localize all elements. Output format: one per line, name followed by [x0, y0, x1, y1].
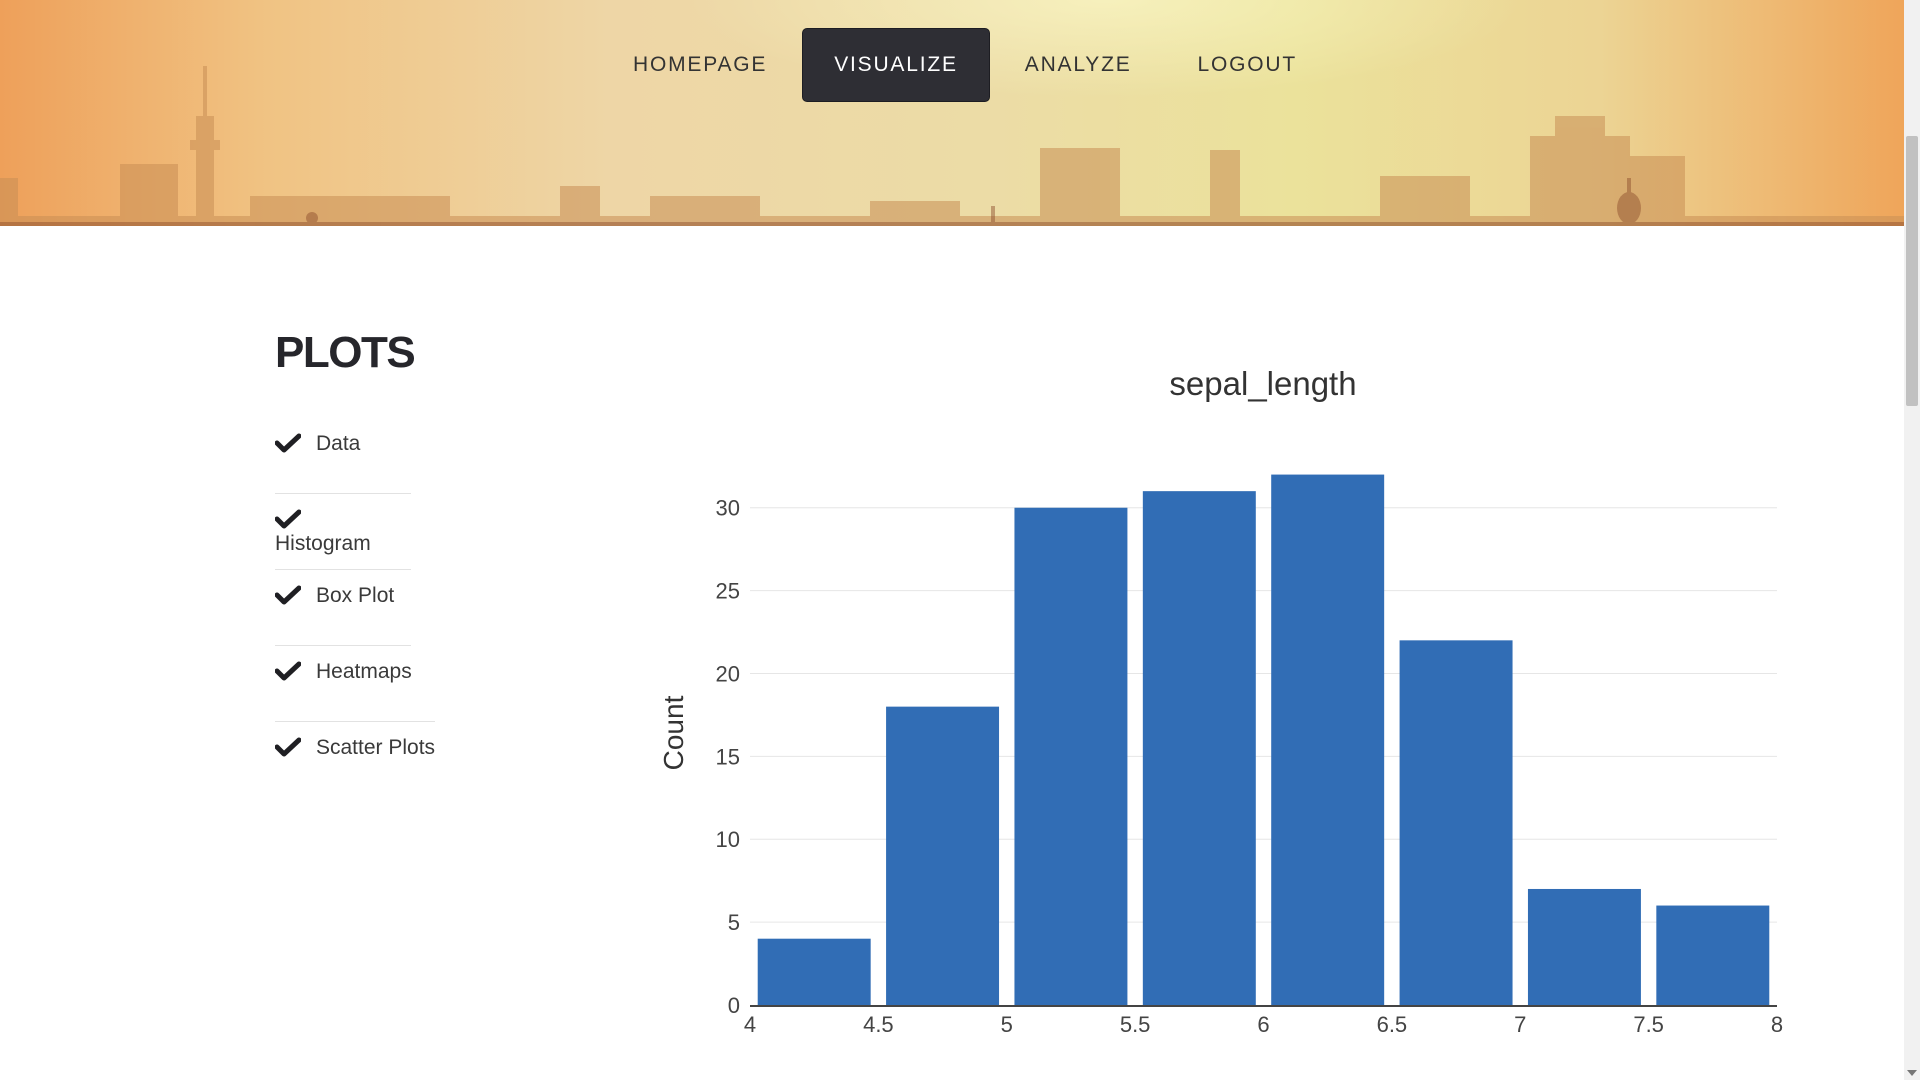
plot-item-label: Data — [316, 432, 361, 455]
histogram-bar[interactable] — [1271, 474, 1385, 1005]
check-icon — [275, 737, 301, 757]
scroll-down-arrow-icon[interactable] — [1907, 1070, 1917, 1076]
histogram-bar[interactable] — [1399, 640, 1513, 1005]
histogram-bar[interactable] — [757, 938, 871, 1005]
y-axis-label: Count — [658, 695, 689, 770]
x-tick-label: 4.5 — [863, 1012, 894, 1037]
y-tick-label: 10 — [716, 827, 740, 852]
nav-homepage[interactable]: HOMEPAGE — [602, 29, 798, 101]
chart-title: sepal_length — [1169, 365, 1356, 402]
histogram-bar[interactable] — [1527, 888, 1641, 1005]
check-icon — [275, 509, 301, 529]
plot-item-histogram[interactable]: Histogram — [275, 494, 411, 570]
y-tick-label: 30 — [716, 496, 740, 521]
x-tick-label: 8 — [1771, 1012, 1783, 1037]
x-tick-label: 7.5 — [1633, 1012, 1664, 1037]
plots-heading: PLOTS — [275, 328, 416, 377]
histogram-bar[interactable] — [1014, 507, 1128, 1005]
plot-item-label: Box Plot — [316, 584, 395, 607]
x-tick-label: 7 — [1514, 1012, 1526, 1037]
nav-visualize[interactable]: VISUALIZE — [802, 28, 990, 102]
y-tick-label: 25 — [716, 579, 740, 604]
chart-svg: 0 5 10 15 20 25 30 4 4.5 5 5.5 6 6.5 7 7.5 8 sepal_leng… — [658, 365, 1783, 1037]
y-tick-label: 0 — [728, 993, 740, 1018]
check-icon — [275, 433, 301, 453]
plot-item-label: Histogram — [275, 532, 371, 555]
y-tick-label: 20 — [716, 661, 740, 686]
x-tick-label: 4 — [744, 1012, 756, 1037]
histogram-bar[interactable] — [1656, 905, 1770, 1005]
scroll-thumb[interactable] — [1906, 136, 1918, 406]
plot-item-scatter-plots[interactable]: Scatter Plots — [275, 722, 461, 798]
plot-type-list: Data Histogram Box Plot Heatmaps Scatter… — [275, 418, 461, 798]
main-nav: HOMEPAGE VISUALIZE ANALYZE LOGOUT — [600, 28, 1330, 102]
histogram-bar[interactable] — [1142, 491, 1256, 1006]
plot-item-box-plot[interactable]: Box Plot — [275, 570, 411, 646]
histogram-bar[interactable] — [886, 706, 1000, 1005]
y-tick-label: 15 — [716, 744, 740, 769]
page-scrollbar[interactable] — [1904, 0, 1920, 1080]
x-tick-label: 5 — [1001, 1012, 1013, 1037]
x-tick-label: 6 — [1257, 1012, 1269, 1037]
plot-item-label: Heatmaps — [316, 660, 412, 683]
plot-item-heatmaps[interactable]: Heatmaps — [275, 646, 435, 722]
nav-logout[interactable]: LOGOUT — [1167, 29, 1328, 101]
plot-item-data[interactable]: Data — [275, 418, 411, 494]
header-banner: HOMEPAGE VISUALIZE ANALYZE LOGOUT — [0, 0, 1904, 226]
check-icon — [275, 585, 301, 605]
check-icon — [275, 661, 301, 681]
y-tick-label: 5 — [728, 910, 740, 935]
nav-analyze[interactable]: ANALYZE — [994, 29, 1163, 101]
x-tick-label: 6.5 — [1377, 1012, 1408, 1037]
x-tick-label: 5.5 — [1120, 1012, 1151, 1037]
histogram-chart: 0 5 10 15 20 25 30 4 4.5 5 5.5 6 6.5 7 7.5 8 sepal_leng… — [640, 340, 1820, 1080]
plot-item-label: Scatter Plots — [316, 736, 436, 759]
